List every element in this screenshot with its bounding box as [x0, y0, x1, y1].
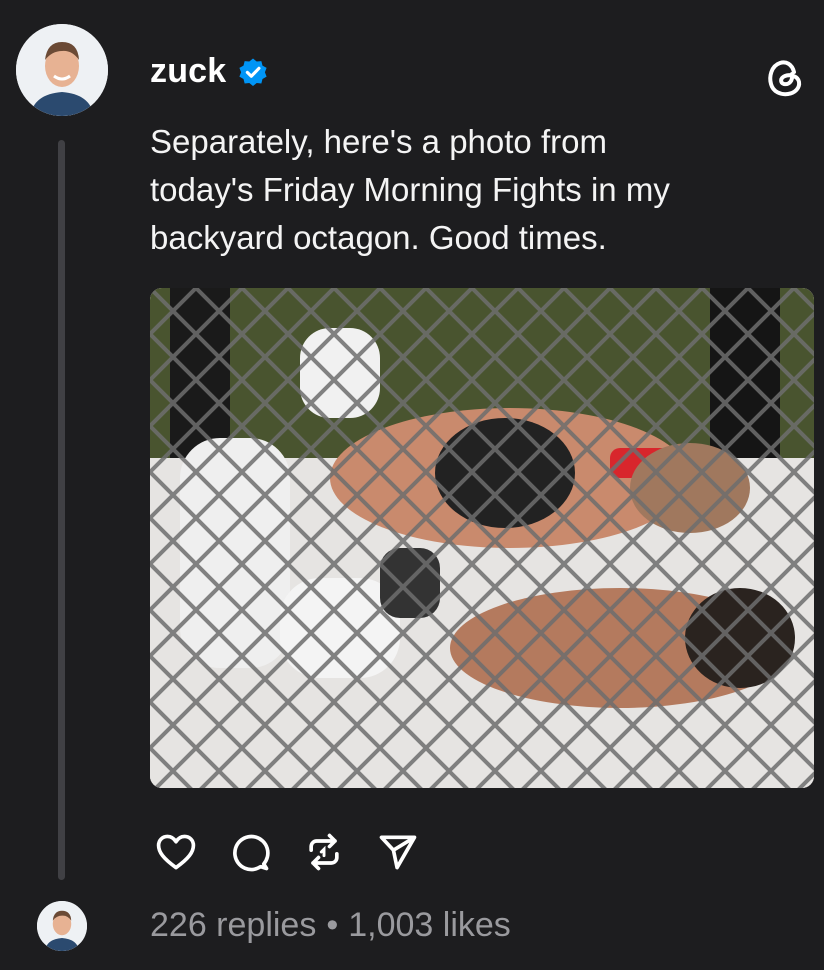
thread-line — [58, 140, 65, 880]
avatar-image — [16, 24, 108, 116]
reply-button[interactable] — [224, 826, 276, 878]
author-username[interactable]: zuck — [150, 52, 226, 91]
stats-separator: • — [326, 906, 339, 944]
post-caption: Separately, here's a photo from today's … — [150, 123, 670, 256]
threads-logo-icon[interactable] — [760, 52, 810, 102]
reply-avatar[interactable] — [37, 901, 87, 951]
comment-icon — [233, 834, 270, 872]
repost-button[interactable] — [298, 826, 350, 878]
post-actions — [150, 826, 446, 878]
author-avatar[interactable] — [16, 24, 108, 116]
heart-icon — [156, 834, 196, 870]
post-image[interactable] — [150, 288, 814, 788]
verified-badge-icon — [239, 58, 267, 86]
repost-icon — [309, 833, 339, 871]
post-stats: 226 replies • 1,003 likes — [150, 906, 511, 945]
like-button[interactable] — [150, 826, 202, 878]
fight-photo — [150, 288, 814, 788]
send-icon — [379, 835, 417, 870]
likes-count[interactable]: 1,003 likes — [348, 906, 511, 945]
share-button[interactable] — [372, 826, 424, 878]
replies-count[interactable]: 226 replies — [150, 906, 316, 945]
author-header: zuck — [150, 52, 270, 91]
avatar-image — [37, 901, 87, 951]
